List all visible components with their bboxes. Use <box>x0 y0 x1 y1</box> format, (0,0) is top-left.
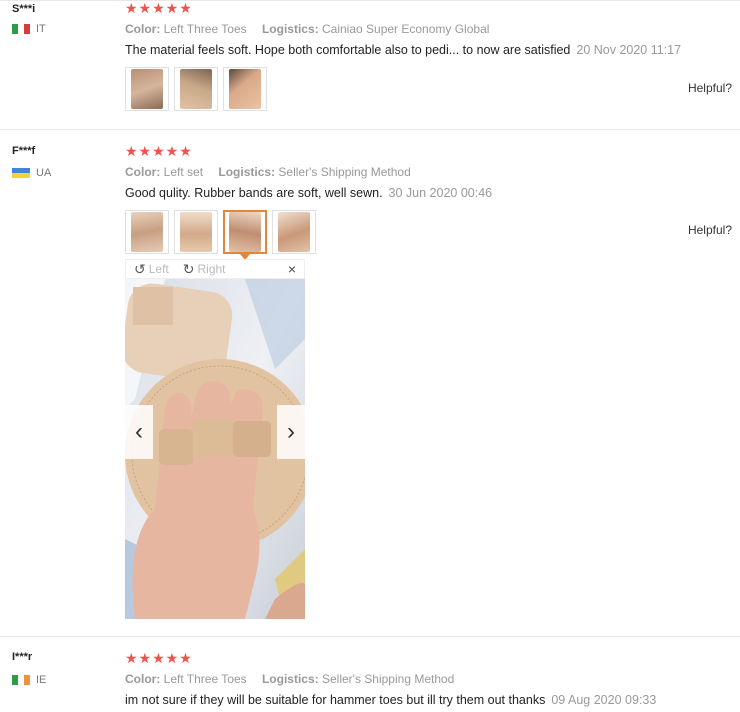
rotate-left-icon: ↺ <box>134 260 146 277</box>
rotate-right-button[interactable]: ↻ Right <box>183 261 226 278</box>
review-photos <box>125 210 316 260</box>
star-rating: ★★★★★ <box>125 0 193 16</box>
logistics-label: Logistics: <box>261 672 319 686</box>
helpful-button[interactable]: Helpful? <box>688 223 732 237</box>
review-text: The material feels soft. Hope both comfo… <box>125 43 681 57</box>
logistics-value: Cainiao Super Economy Global <box>321 22 490 36</box>
country-code: UA <box>36 167 52 179</box>
review-photo-thumb[interactable] <box>174 67 218 111</box>
review-photo-thumb[interactable] <box>125 67 169 111</box>
reviewer-country: UA <box>12 167 51 179</box>
review-text: Good qulity. Rubber bands are soft, well… <box>125 186 492 200</box>
color-label: Color: <box>125 22 161 36</box>
review-meta: Color: Left Three Toes Logistics: Cainia… <box>125 22 489 36</box>
color-label: Color: <box>125 165 161 179</box>
logistics-label: Logistics: <box>218 165 276 179</box>
review-date: 20 Nov 2020 11:17 <box>576 43 682 57</box>
reviewer-name: S***i <box>12 3 36 15</box>
next-photo-button[interactable]: › <box>277 405 305 459</box>
italy-flag-icon <box>12 24 30 34</box>
color-value: Left Three Toes <box>163 22 247 36</box>
country-code: IE <box>36 674 47 686</box>
country-code: IT <box>36 23 46 35</box>
review-meta: Color: Left Three Toes Logistics: Seller… <box>125 672 454 686</box>
logistics-label: Logistics: <box>261 22 319 36</box>
rotate-right-label: Right <box>197 262 226 276</box>
ukraine-flag-icon <box>12 168 30 178</box>
review-photos <box>125 67 267 111</box>
review-body: Good qulity. Rubber bands are soft, well… <box>125 186 383 200</box>
review-divider-top <box>0 0 740 1</box>
review-text: im not sure if they will be suitable for… <box>125 693 656 707</box>
reviewer-name: I***r <box>12 651 33 663</box>
color-value: Left Three Toes <box>163 672 247 686</box>
color-value: Left set <box>163 165 204 179</box>
chevron-right-icon: › <box>287 418 295 445</box>
logistics-value: Seller's Shipping Method <box>278 165 411 179</box>
review-body: The material feels soft. Hope both comfo… <box>125 43 571 57</box>
reviewer-name: F***f <box>12 145 36 157</box>
review-divider <box>0 129 740 130</box>
reviewer-country: IT <box>12 23 46 35</box>
rotate-right-icon: ↻ <box>182 260 195 277</box>
review-meta: Color: Left set Logistics: Seller's Ship… <box>125 165 411 179</box>
star-rating: ★★★★★ <box>125 143 193 159</box>
review-divider <box>0 636 740 637</box>
close-viewer-button[interactable]: × <box>288 261 296 277</box>
review-photo-thumb[interactable] <box>272 210 316 254</box>
review-photo-thumb[interactable] <box>174 210 218 254</box>
image-viewer-toolbar: ↺ Left ↻ Right × <box>125 259 305 279</box>
review-body: im not sure if they will be suitable for… <box>125 693 546 707</box>
ireland-flag-icon <box>12 675 30 685</box>
helpful-button[interactable]: Helpful? <box>688 81 732 95</box>
rotate-left-button[interactable]: ↺ Left <box>134 261 169 278</box>
review-date: 30 Jun 2020 00:46 <box>388 186 493 200</box>
review-photo-thumb[interactable] <box>223 67 267 111</box>
star-rating: ★★★★★ <box>125 650 193 666</box>
rotate-left-label: Left <box>148 262 169 276</box>
logistics-value: Seller's Shipping Method <box>321 672 455 686</box>
review-date: 09 Aug 2020 09:33 <box>551 693 657 707</box>
chevron-left-icon: ‹ <box>135 418 143 445</box>
review-photo-thumb[interactable] <box>125 210 169 254</box>
reviewer-country: IE <box>12 674 46 686</box>
color-label: Color: <box>125 672 161 686</box>
previous-photo-button[interactable]: ‹ <box>125 405 153 459</box>
review-photo-thumb-selected[interactable] <box>223 210 267 260</box>
